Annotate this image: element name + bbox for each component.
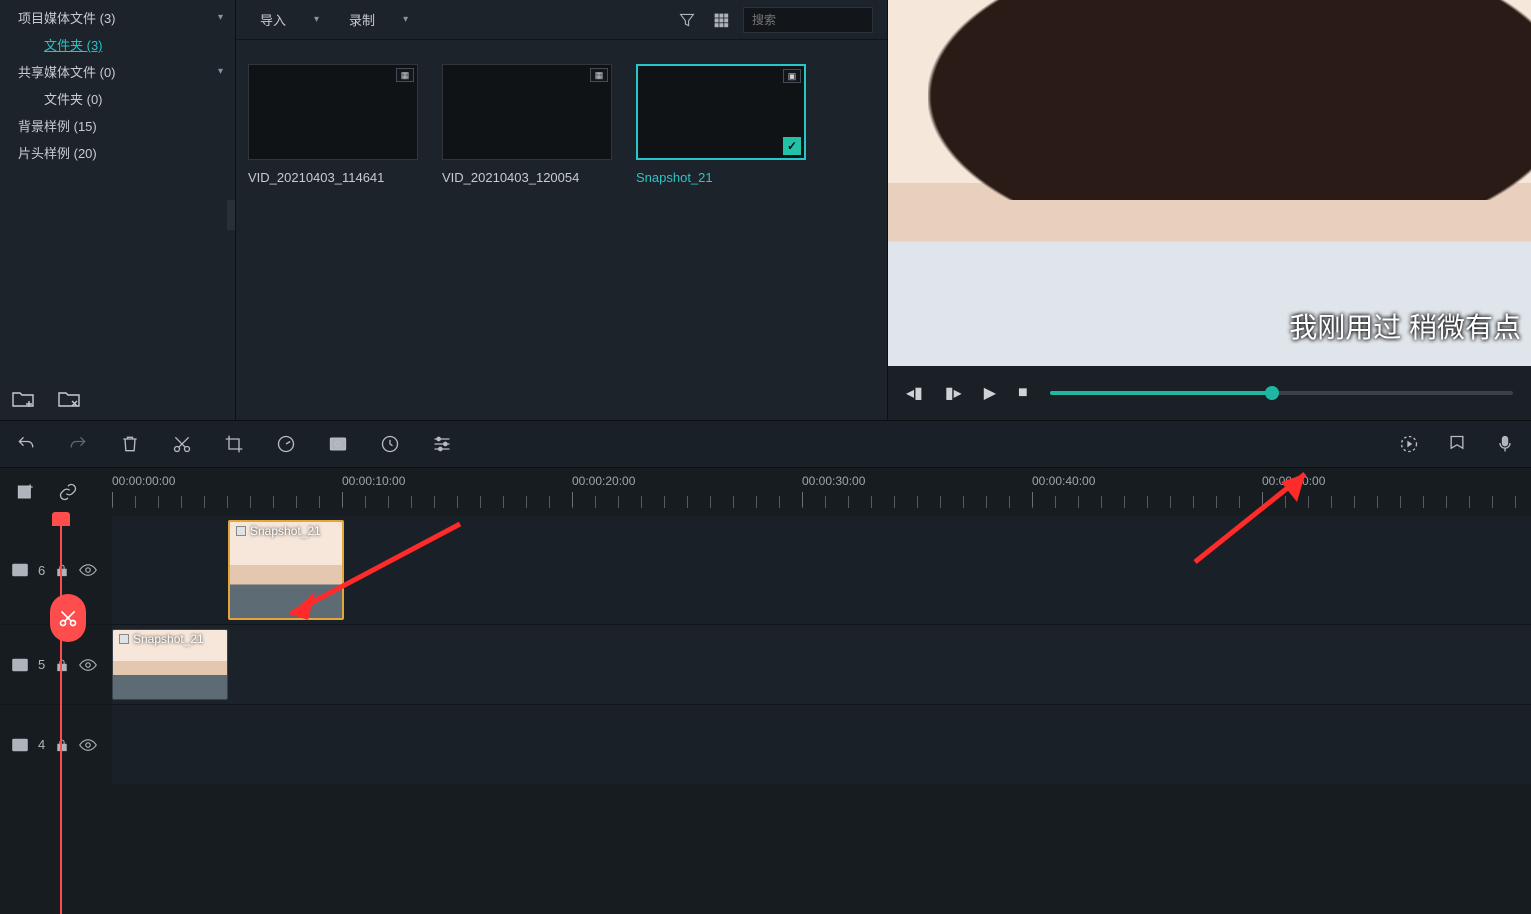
thumb-label: VID_20210403_120054 xyxy=(442,170,612,185)
timeline-clip-selected[interactable]: Snapshot_21 xyxy=(228,520,344,620)
play-button[interactable]: ▶ xyxy=(984,383,996,403)
seek-bar[interactable] xyxy=(1050,391,1513,395)
track-header: 4 xyxy=(0,705,112,784)
speed-button[interactable] xyxy=(274,432,298,456)
lock-icon[interactable] xyxy=(55,658,69,672)
timeline-ruler[interactable]: 00:00:00:00 00:00:10:00 00:00:20:00 00:00:3… xyxy=(112,468,1531,516)
link-button[interactable] xyxy=(56,480,80,504)
timeline-area: 6 Snapshot_21 5 Snapshot_ xyxy=(0,516,1531,914)
undo-button[interactable] xyxy=(14,432,38,456)
subtitle-overlay: 我刚用过 稍微有点 xyxy=(1289,306,1521,346)
track-row: 4 xyxy=(0,704,1531,784)
ruler-mark: 00:00:50:00 xyxy=(1262,474,1325,488)
track-number: 6 xyxy=(38,563,45,578)
render-preview-button[interactable] xyxy=(1397,432,1421,456)
image-badge-icon: ▣ xyxy=(783,69,801,83)
image-icon xyxy=(236,526,246,536)
filter-icon[interactable] xyxy=(675,8,699,32)
clip-label: Snapshot_21 xyxy=(119,632,204,646)
preview-viewport[interactable]: 我刚用过 稍微有点 xyxy=(888,0,1531,366)
voiceover-button[interactable] xyxy=(1493,432,1517,456)
track-number: 5 xyxy=(38,657,45,672)
clip-label: Snapshot_21 xyxy=(236,524,321,538)
tree-bg-samples[interactable]: 背景样例 (15) xyxy=(0,112,235,139)
tree-folder-3[interactable]: 文件夹 (3) xyxy=(0,31,235,58)
seek-knob[interactable] xyxy=(1265,386,1279,400)
preview-panel: 我刚用过 稍微有点 ◂▮ ▮▸ ▶ ■ xyxy=(888,0,1531,420)
eye-icon[interactable] xyxy=(79,563,97,577)
track-lane[interactable]: Snapshot_21 xyxy=(112,625,1531,704)
track-row: 5 Snapshot_21 xyxy=(0,624,1531,704)
split-handle[interactable] xyxy=(50,594,86,642)
media-browser: 导入▾ 录制▾ rect{fill:#aeb4bb} ▦ VID_2021040… xyxy=(236,0,888,420)
track-number: 4 xyxy=(38,737,45,752)
chevron-down-icon: ▾ xyxy=(314,14,319,25)
prev-frame-button[interactable]: ◂▮ xyxy=(906,383,923,403)
ruler-mark: 00:00:30:00 xyxy=(802,474,865,488)
image-icon xyxy=(119,634,129,644)
lock-icon[interactable] xyxy=(55,563,69,577)
track-lane[interactable] xyxy=(112,705,1531,784)
cut-button[interactable] xyxy=(170,432,194,456)
delete-folder-icon[interactable] xyxy=(58,390,80,408)
video-badge-icon: ▦ xyxy=(590,68,608,82)
delete-button[interactable] xyxy=(118,432,142,456)
marker-button[interactable] xyxy=(1445,432,1469,456)
add-track-button[interactable] xyxy=(14,480,38,504)
tree-shared-media[interactable]: 共享媒体文件 (0) ▾ xyxy=(0,58,235,85)
record-dropdown[interactable]: 录制▾ xyxy=(339,6,418,33)
media-thumb-selected[interactable]: ▣ ✓ Snapshot_21 xyxy=(636,64,806,185)
timeline-ruler-row: 00:00:00:00 00:00:10:00 00:00:20:00 00:00:3… xyxy=(0,468,1531,516)
chevron-down-icon: ▾ xyxy=(218,12,223,23)
ruler-mark: 00:00:40:00 xyxy=(1032,474,1095,488)
import-dropdown[interactable]: 导入▾ xyxy=(250,6,329,33)
video-badge-icon: ▦ xyxy=(396,68,414,82)
settings-button[interactable] xyxy=(430,432,454,456)
playhead[interactable] xyxy=(60,516,62,914)
stop-button[interactable]: ■ xyxy=(1018,384,1028,402)
track-row: 6 Snapshot_21 xyxy=(0,516,1531,624)
redo-button[interactable] xyxy=(66,432,90,456)
grid-view-icon[interactable]: rect{fill:#aeb4bb} xyxy=(709,8,733,32)
media-thumb[interactable]: ▦ VID_20210403_114641 xyxy=(248,64,418,185)
color-button[interactable] xyxy=(326,432,350,456)
chevron-down-icon: ▾ xyxy=(403,14,408,25)
thumb-label: VID_20210403_114641 xyxy=(248,170,418,185)
track-lane[interactable]: Snapshot_21 xyxy=(112,516,1531,624)
next-frame-button[interactable]: ▮▸ xyxy=(945,383,962,403)
eye-icon[interactable] xyxy=(79,738,97,752)
lock-icon[interactable] xyxy=(55,738,69,752)
tree-intro-samples[interactable]: 片头样例 (20) xyxy=(0,139,235,166)
media-sidebar: 项目媒体文件 (3) ▾ 文件夹 (3) 共享媒体文件 (0) ▾ 文件夹 (0… xyxy=(0,0,236,420)
playback-controls: ◂▮ ▮▸ ▶ ■ xyxy=(888,366,1531,420)
media-thumb[interactable]: ▦ VID_20210403_120054 xyxy=(442,64,612,185)
chevron-down-icon: ▾ xyxy=(218,66,223,77)
ruler-mark: 00:00:20:00 xyxy=(572,474,635,488)
ruler-mark: 00:00:10:00 xyxy=(342,474,405,488)
tree-project-media[interactable]: 项目媒体文件 (3) ▾ xyxy=(0,4,235,31)
ruler-mark: 00:00:00:00 xyxy=(112,474,175,488)
new-folder-icon[interactable] xyxy=(12,390,34,408)
thumb-label: Snapshot_21 xyxy=(636,170,806,185)
media-toolbar: 导入▾ 录制▾ rect{fill:#aeb4bb} xyxy=(236,0,887,40)
timeline-clip[interactable]: Snapshot_21 xyxy=(112,629,228,700)
tree-folder-0[interactable]: 文件夹 (0) xyxy=(0,85,235,112)
sidebar-collapse-handle[interactable] xyxy=(227,200,235,230)
keyframe-button[interactable] xyxy=(378,432,402,456)
crop-button[interactable] xyxy=(222,432,246,456)
check-icon: ✓ xyxy=(783,137,801,155)
search-box xyxy=(743,7,873,33)
edit-toolbar xyxy=(0,420,1531,468)
eye-icon[interactable] xyxy=(79,658,97,672)
